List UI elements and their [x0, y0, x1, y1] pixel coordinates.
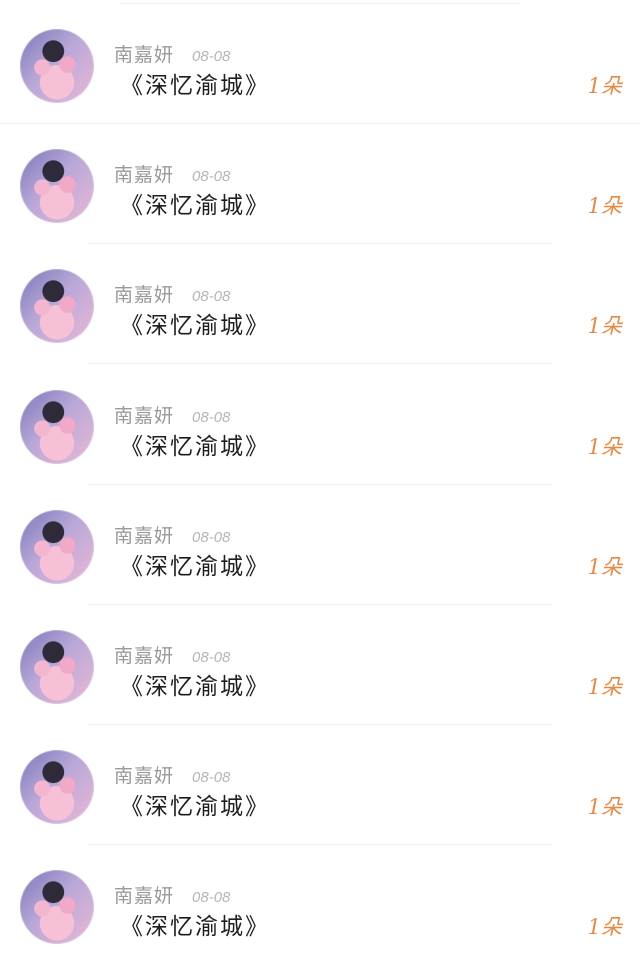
flower-count: 1朵 [587, 194, 622, 218]
item-meta: 南嘉妍 08-08 [114, 160, 231, 187]
user-name[interactable]: 南嘉妍 [114, 401, 174, 428]
user-name[interactable]: 南嘉妍 [114, 641, 174, 668]
avatar[interactable] [20, 149, 94, 223]
work-title[interactable]: 《深忆渝城》 [120, 66, 270, 100]
item-meta: 南嘉妍 08-08 [114, 641, 231, 668]
flower-count: 1朵 [587, 555, 622, 579]
list-item[interactable]: 南嘉妍 08-08 《深忆渝城》 1朵 [0, 605, 640, 725]
avatar[interactable] [20, 269, 94, 343]
item-date: 08-08 [192, 168, 231, 185]
item-meta: 南嘉妍 08-08 [114, 280, 231, 307]
list-item[interactable]: 南嘉妍 08-08 《深忆渝城》 1朵 [0, 124, 640, 244]
item-meta: 南嘉妍 08-08 [114, 881, 231, 908]
work-title[interactable]: 《深忆渝城》 [120, 186, 270, 220]
divider [88, 363, 552, 364]
flower-count: 1朵 [587, 795, 622, 819]
avatar[interactable] [20, 390, 94, 464]
user-name[interactable]: 南嘉妍 [114, 280, 174, 307]
user-name[interactable]: 南嘉妍 [114, 40, 174, 67]
item-date: 08-08 [192, 48, 231, 65]
work-title[interactable]: 《深忆渝城》 [120, 547, 270, 581]
work-title[interactable]: 《深忆渝城》 [120, 306, 270, 340]
work-title[interactable]: 《深忆渝城》 [120, 787, 270, 821]
item-date: 08-08 [192, 409, 231, 426]
item-meta: 南嘉妍 08-08 [114, 761, 231, 788]
avatar[interactable] [20, 29, 94, 103]
flower-count: 1朵 [587, 74, 622, 98]
item-date: 08-08 [192, 769, 231, 786]
list-item[interactable]: 南嘉妍 08-08 《深忆渝城》 1朵 [0, 365, 640, 485]
flower-count: 1朵 [587, 675, 622, 699]
list-item[interactable]: 南嘉妍 08-08 《深忆渝城》 1朵 [0, 4, 640, 124]
user-name[interactable]: 南嘉妍 [114, 881, 174, 908]
flower-count: 1朵 [587, 915, 622, 939]
user-name[interactable]: 南嘉妍 [114, 160, 174, 187]
work-title[interactable]: 《深忆渝城》 [120, 667, 270, 701]
item-date: 08-08 [192, 649, 231, 666]
item-meta: 南嘉妍 08-08 [114, 40, 231, 67]
list-item[interactable]: 南嘉妍 08-08 《深忆渝城》 1朵 [0, 845, 640, 965]
item-meta: 南嘉妍 08-08 [114, 401, 231, 428]
avatar[interactable] [20, 870, 94, 944]
item-date: 08-08 [192, 889, 231, 906]
flower-count: 1朵 [587, 435, 622, 459]
list-item[interactable]: 南嘉妍 08-08 《深忆渝城》 1朵 [0, 485, 640, 605]
item-date: 08-08 [192, 288, 231, 305]
item-meta: 南嘉妍 08-08 [114, 521, 231, 548]
list-item[interactable]: 南嘉妍 08-08 《深忆渝城》 1朵 [0, 244, 640, 364]
flower-count: 1朵 [587, 314, 622, 338]
user-name[interactable]: 南嘉妍 [114, 521, 174, 548]
list-item[interactable]: 南嘉妍 08-08 《深忆渝城》 1朵 [0, 725, 640, 845]
work-title[interactable]: 《深忆渝城》 [120, 907, 270, 941]
avatar[interactable] [20, 510, 94, 584]
user-name[interactable]: 南嘉妍 [114, 761, 174, 788]
avatar[interactable] [20, 750, 94, 824]
item-date: 08-08 [192, 529, 231, 546]
work-title[interactable]: 《深忆渝城》 [120, 427, 270, 461]
avatar[interactable] [20, 630, 94, 704]
